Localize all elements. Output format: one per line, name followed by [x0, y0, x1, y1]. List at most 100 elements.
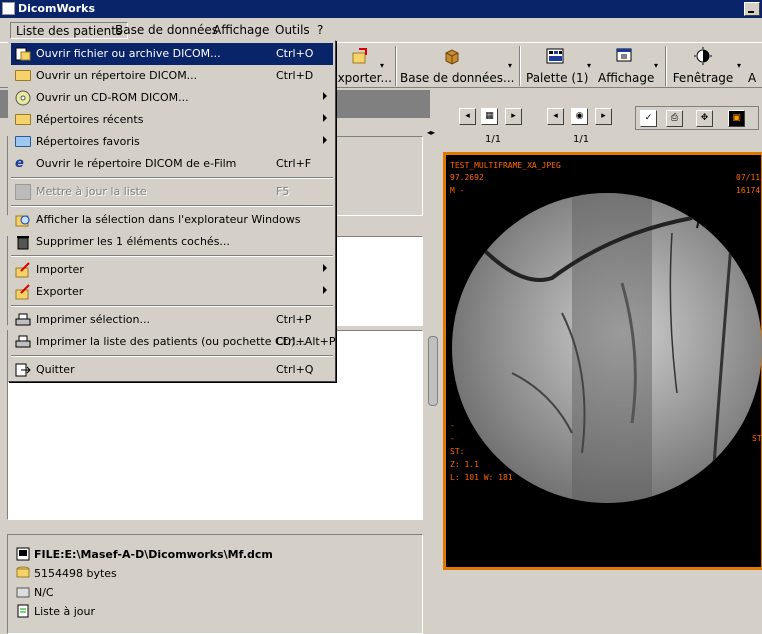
menu-export[interactable]: Exporter: [11, 281, 333, 303]
liste-des-patients-menu: Ouvrir fichier ou archive DICOM... Ctrl+…: [8, 40, 336, 382]
fenetrage-button[interactable]: Fenêtrage: [672, 45, 734, 87]
menu-print-patient-list-label: Imprimer la liste des patients (ou poche…: [36, 335, 306, 348]
minimize-button[interactable]: [744, 2, 760, 16]
image-viewer: ◂ ▦ ▸ 1/1 ◂ ◉ ▸ 1/1 ✓ ⎙ ✥ ▣ TEST_MULTIFR…: [441, 90, 762, 570]
menu-open-file[interactable]: Ouvrir fichier ou archive DICOM... Ctrl+…: [11, 43, 333, 65]
pan-icon[interactable]: ✥: [696, 110, 713, 127]
explorer-search-icon: [15, 215, 30, 227]
record-icon: [16, 587, 30, 598]
fenetrage-dropdown-arrow[interactable]: ▾: [737, 61, 741, 70]
overlay-dash-1: -: [450, 421, 455, 430]
menu-refresh-list: Mettre à jour la liste F5: [11, 181, 333, 203]
info-file-row: FILE:E:\Masef-A-D\Dicomworks\Mf.dcm: [16, 547, 273, 565]
base-de-donnees-label: Base de données...: [400, 71, 515, 85]
info-status: Liste à jour: [34, 605, 96, 618]
submenu-arrow-icon: [323, 286, 327, 294]
menu-open-directory-label: Ouvrir un répertoire DICOM...: [36, 69, 198, 82]
menu-separator: [11, 355, 333, 357]
favorite-folder-icon: [15, 136, 31, 147]
info-file-size: 5154498 bytes: [34, 567, 117, 580]
window-level-icon: [694, 47, 712, 65]
exit-icon: [15, 363, 31, 377]
prev-series-button[interactable]: ◂: [547, 108, 564, 125]
efilm-icon: e: [15, 156, 24, 171]
menu-help[interactable]: ?: [312, 22, 328, 39]
grid-layout-button[interactable]: ▦: [481, 108, 498, 125]
xray-image[interactable]: [452, 193, 762, 503]
image-frame[interactable]: TEST_MULTIFRAME_XA_JPEG 97.2692 M - 07/1…: [443, 152, 762, 570]
menu-quit-shortcut: Ctrl+Q: [276, 363, 314, 376]
file-info-box: FILE:E:\Masef-A-D\Dicomworks\Mf.dcm 5154…: [7, 534, 423, 634]
export-icon: [15, 284, 30, 300]
info-file-path: FILE:E:\Masef-A-D\Dicomworks\Mf.dcm: [34, 548, 273, 561]
info-status-row: Liste à jour: [16, 604, 95, 622]
database-size-icon: [16, 566, 30, 578]
menu-open-directory[interactable]: Ouvrir un répertoire DICOM... Ctrl+D: [11, 65, 333, 87]
overlay-st-right: ST: [752, 434, 762, 443]
series-counter: 1/1: [573, 134, 590, 145]
select-checkbox[interactable]: ✓: [640, 110, 657, 127]
overlay-st: ST:: [450, 447, 465, 456]
menu-favorite-directories-label: Répertoires favoris: [36, 135, 140, 148]
overlay-level-width: L: 101 W: 181: [450, 473, 513, 482]
info-size-row: 5154498 bytes: [16, 566, 117, 584]
exporter-dropdown-arrow[interactable]: ▾: [380, 61, 384, 70]
submenu-arrow-icon: [323, 264, 327, 272]
palette-dropdown-arrow[interactable]: ▾: [587, 61, 591, 70]
palette-icon: [546, 48, 564, 64]
base-dropdown-arrow[interactable]: ▾: [508, 61, 512, 70]
menu-outils[interactable]: Outils: [270, 22, 315, 39]
prev-frame-button[interactable]: ◂: [459, 108, 476, 125]
splitter-grip[interactable]: [428, 336, 438, 406]
import-icon: [15, 262, 30, 278]
palette-label: Palette (1): [526, 71, 589, 85]
menu-open-cdrom[interactable]: Ouvrir un CD-ROM DICOM...: [11, 87, 333, 109]
menu-open-efilm[interactable]: e Ouvrir le répertoire DICOM de e-Film C…: [11, 153, 333, 175]
base-de-donnees-button[interactable]: Base de données...: [400, 45, 515, 87]
exporter-label: Exporter...: [330, 71, 392, 85]
truncated-toolbar-button[interactable]: A: [748, 45, 762, 87]
info-nc: N/C: [34, 586, 54, 599]
menu-export-label: Exporter: [36, 285, 84, 298]
menu-show-in-explorer[interactable]: Afficher la sélection dans l'explorateur…: [11, 209, 333, 231]
collapse-arrows-icon[interactable]: ◂▸: [427, 128, 435, 137]
pane-splitter[interactable]: ◂▸: [424, 118, 442, 570]
affichage-label: Affichage: [598, 71, 655, 85]
overlay-patient-name: TEST_MULTIFRAME_XA_JPEG: [450, 161, 561, 170]
menu-print-selection-label: Imprimer sélection...: [36, 313, 150, 326]
fenetrage-label: Fenêtrage: [672, 71, 734, 85]
overlay-sex: M -: [450, 186, 465, 195]
menu-delete-checked[interactable]: Supprimer les 1 éléments cochés...: [11, 231, 333, 253]
print-icon[interactable]: ⎙: [666, 110, 683, 127]
menu-bar: Liste des patients Base de données Affic…: [0, 20, 762, 40]
menu-import[interactable]: Importer: [11, 259, 333, 281]
series-thumb-button[interactable]: ◉: [571, 108, 588, 125]
printer-icon: [15, 313, 31, 326]
menu-recent-directories[interactable]: Répertoires récents: [11, 109, 333, 131]
palette-button[interactable]: Palette (1): [526, 45, 589, 87]
overlay-toggle-icon[interactable]: ▣: [728, 110, 745, 127]
menu-separator: [11, 177, 333, 179]
next-frame-button[interactable]: ▸: [505, 108, 522, 125]
next-series-button[interactable]: ▸: [595, 108, 612, 125]
overlay-time: 16174: [736, 186, 761, 195]
menu-separator: [11, 305, 333, 307]
app-icon: [2, 2, 15, 15]
menu-print-patient-list[interactable]: Imprimer la liste des patients (ou poche…: [11, 331, 336, 353]
database-icon: [445, 49, 459, 65]
menu-refresh-list-shortcut: F5: [276, 185, 290, 198]
menu-print-selection[interactable]: Imprimer sélection... Ctrl+P: [11, 309, 333, 331]
menu-affichage[interactable]: Affichage: [208, 22, 274, 39]
menu-base-de-donnees[interactable]: Base de données: [110, 22, 223, 39]
affichage-dropdown-arrow[interactable]: ▾: [654, 61, 658, 70]
menu-quit[interactable]: Quitter Ctrl+Q: [11, 359, 333, 381]
trash-icon: [17, 236, 29, 250]
overlay-dash-2: -: [450, 434, 455, 443]
refresh-list-icon: [17, 604, 29, 618]
folder-icon: [15, 114, 31, 125]
document-icon: [16, 547, 30, 561]
open-file-icon: [15, 47, 31, 61]
affichage-button[interactable]: Affichage: [598, 45, 655, 87]
menu-favorite-directories[interactable]: Répertoires favoris: [11, 131, 333, 153]
menu-open-directory-shortcut: Ctrl+D: [276, 69, 314, 82]
